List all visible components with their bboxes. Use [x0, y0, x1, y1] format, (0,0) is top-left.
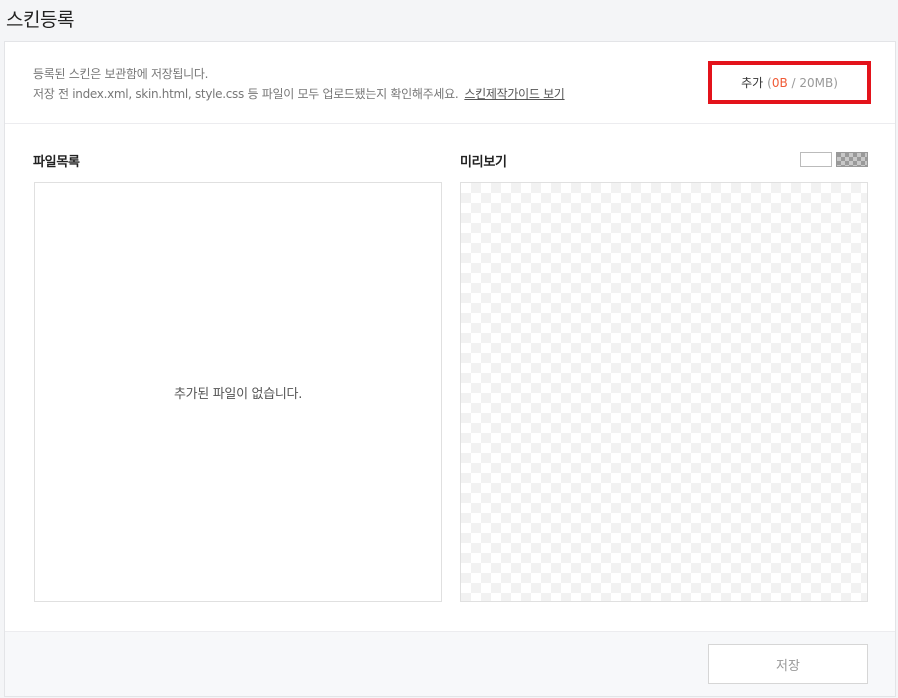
- page-title: 스킨등록: [6, 9, 74, 31]
- file-list-box: 추가된 파일이 없습니다.: [34, 182, 442, 602]
- close-paren: ): [833, 75, 838, 90]
- add-file-button[interactable]: 추가 (0B / 20MB): [708, 61, 871, 104]
- empty-file-message: 추가된 파일이 없습니다.: [173, 386, 303, 402]
- storage-size: (0B / 20MB): [767, 76, 838, 90]
- preview-bg-checkerboard-toggle[interactable]: [836, 152, 868, 167]
- add-button-label: 추가: [741, 76, 764, 90]
- used-size: 0B: [771, 75, 788, 90]
- preview-title: 미리보기: [460, 155, 507, 170]
- info-text-storage: 등록된 스킨은 보관함에 저장됩니다.: [33, 67, 209, 81]
- info-text-check-body: 저장 전 index.xml, skin.html, style.css 등 파…: [33, 87, 459, 101]
- preview-bg-white-toggle[interactable]: [800, 152, 832, 167]
- skin-guide-link[interactable]: 스킨제작가이드 보기: [464, 87, 564, 101]
- info-text-check: 저장 전 index.xml, skin.html, style.css 등 파…: [33, 85, 565, 102]
- footer-bar: 저장: [5, 631, 895, 696]
- size-separator: /: [787, 75, 800, 90]
- total-size: 20MB: [799, 75, 834, 90]
- preview-area: [460, 182, 868, 602]
- save-button[interactable]: 저장: [708, 644, 868, 684]
- skin-register-panel: 등록된 스킨은 보관함에 저장됩니다. 저장 전 index.xml, skin…: [4, 41, 896, 697]
- file-list-title: 파일목록: [33, 155, 80, 170]
- info-section: 등록된 스킨은 보관함에 저장됩니다. 저장 전 index.xml, skin…: [5, 42, 895, 124]
